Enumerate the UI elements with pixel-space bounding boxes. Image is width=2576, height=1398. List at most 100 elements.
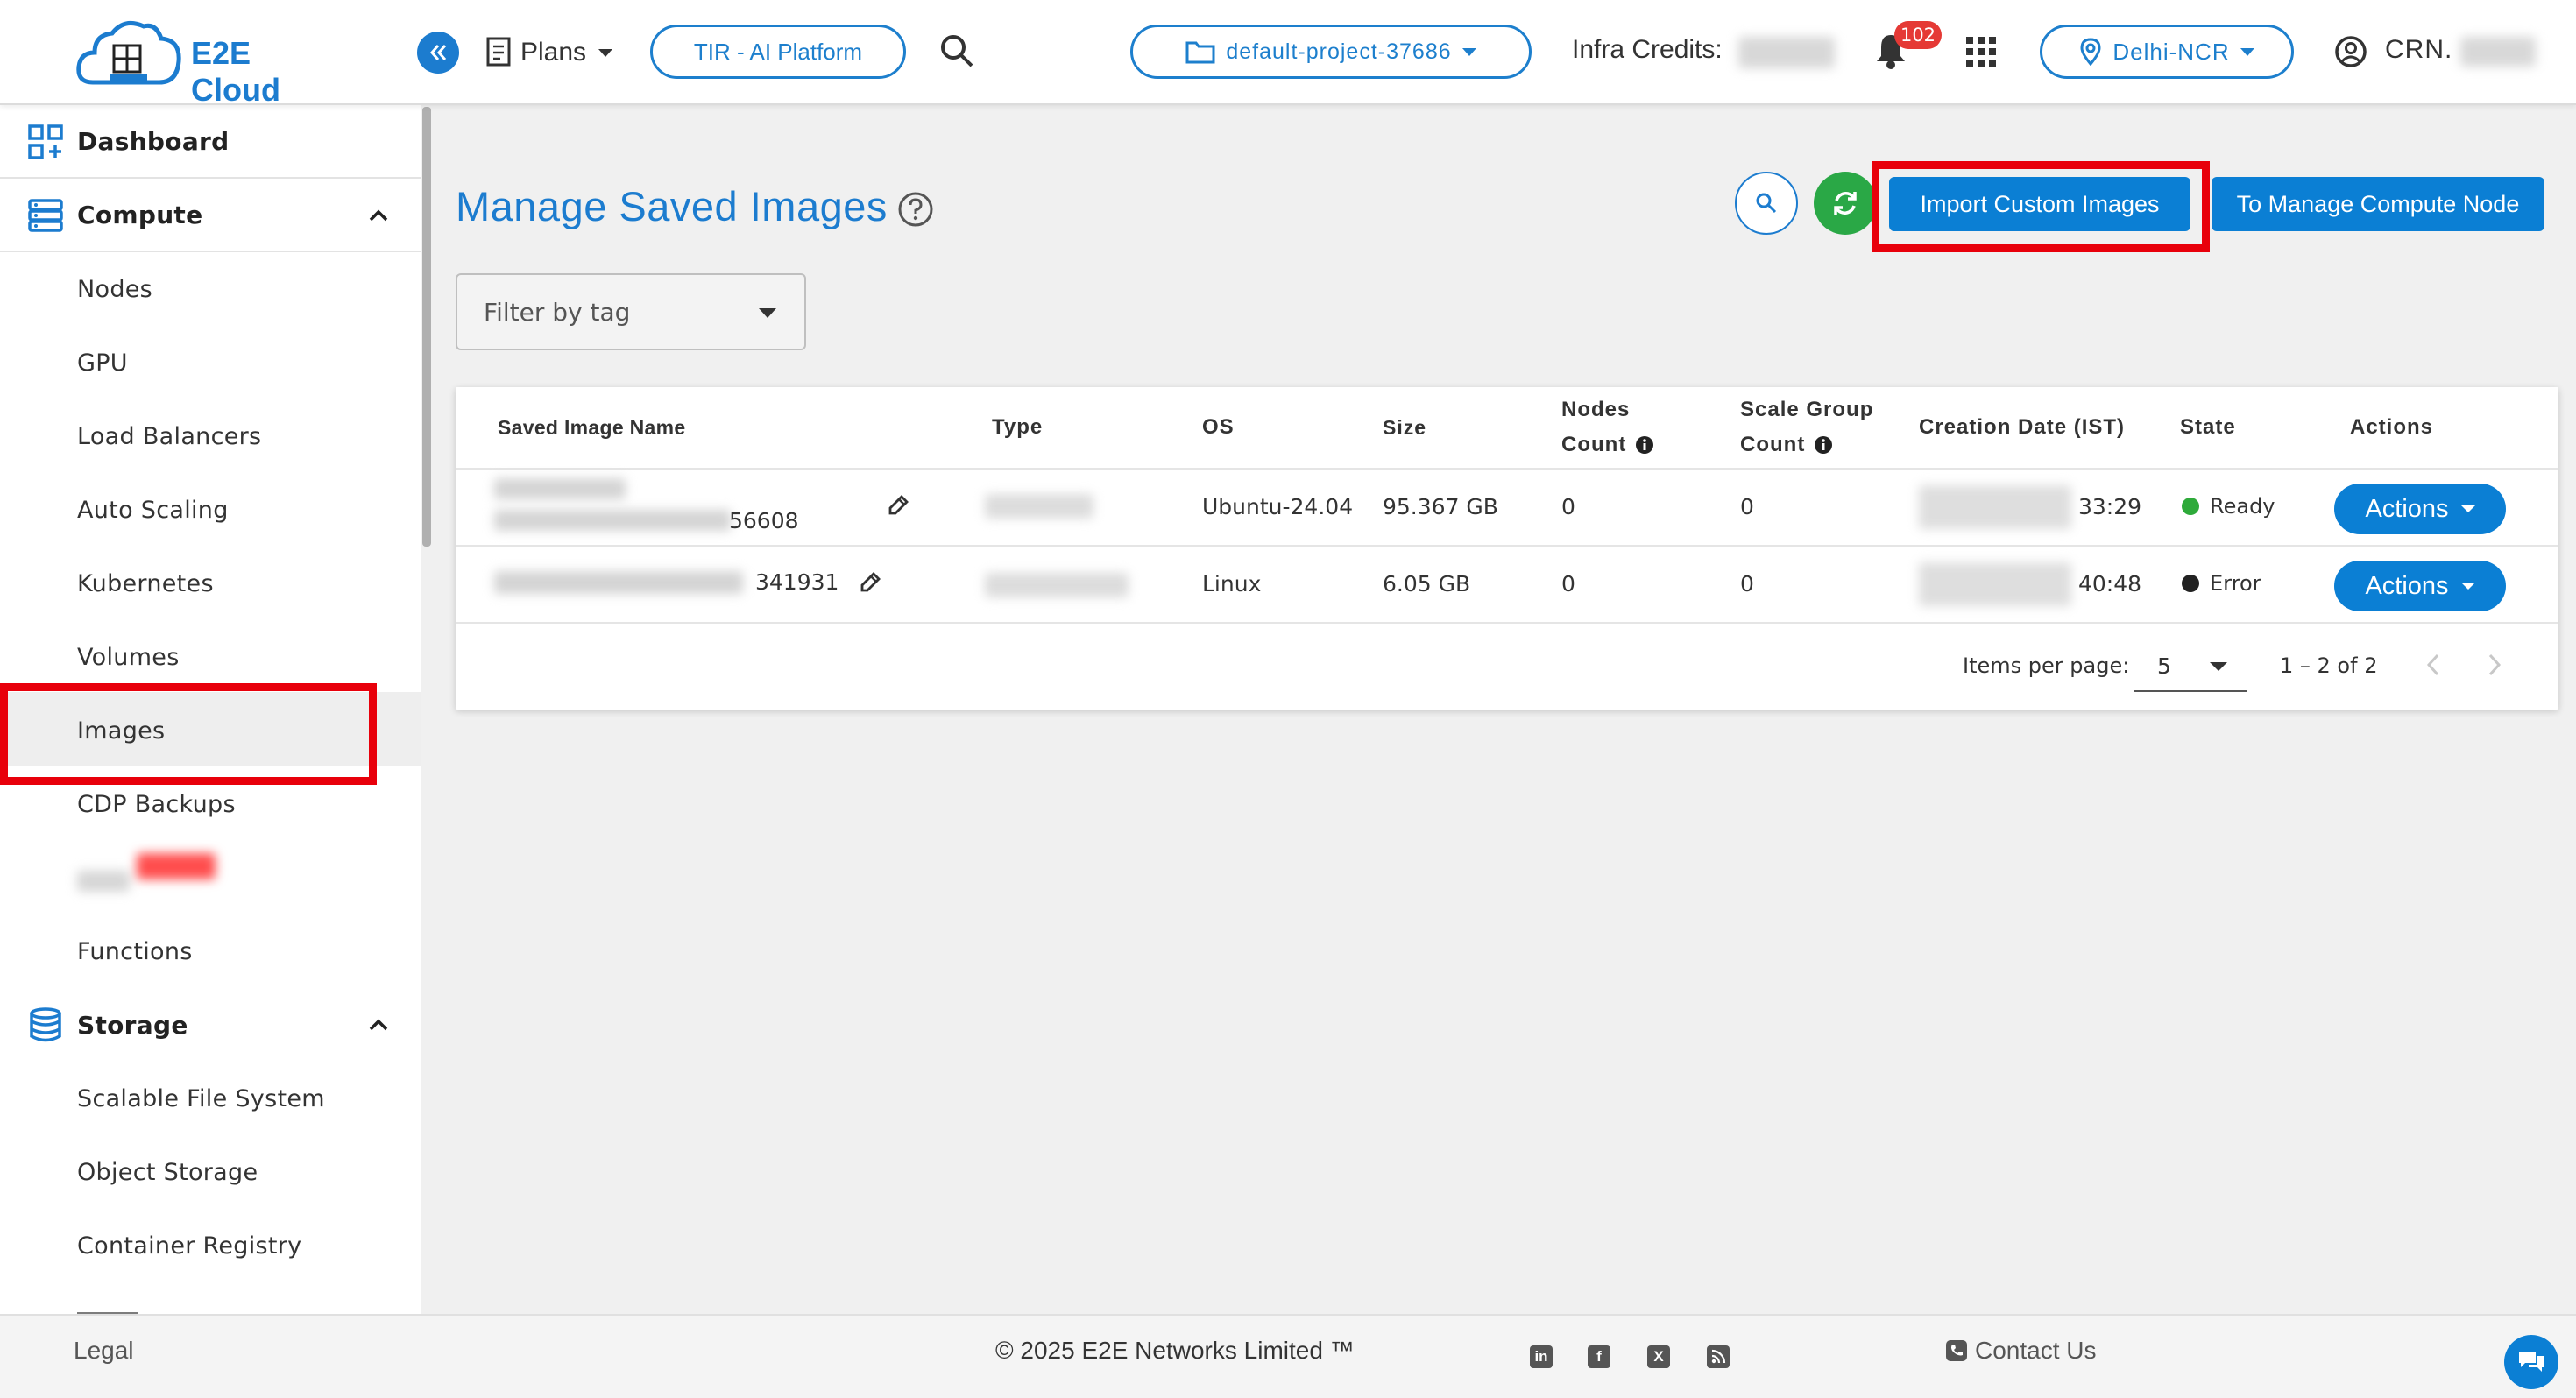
apps-grid-icon[interactable]	[1966, 37, 1996, 67]
sidebar-group-label: Storage	[77, 1010, 188, 1040]
search-icon[interactable]	[938, 32, 976, 70]
table-row: 56608 Ubuntu-24.04 95.367 GB 0 0 33:29 R…	[456, 470, 2558, 545]
contact-us-label: Contact Us	[1975, 1337, 2097, 1364]
copyright: © 2025 E2E Networks Limited ™	[995, 1337, 1355, 1364]
user-account-icon[interactable]	[2334, 35, 2367, 68]
region-selector[interactable]: Delhi-NCR	[2040, 25, 2294, 79]
chevron-up-icon[interactable]	[368, 205, 389, 226]
tir-platform-button[interactable]: TIR - AI Platform	[650, 25, 906, 79]
search-images-button[interactable]	[1735, 172, 1798, 235]
contact-us-link[interactable]: Contact Us	[1945, 1337, 2097, 1365]
chevron-down-icon	[2460, 582, 2475, 590]
phone-icon	[1946, 1340, 1967, 1361]
sidebar-item-auto-scaling[interactable]: Auto Scaling	[0, 473, 421, 547]
plans-label: Plans	[520, 38, 587, 67]
header-label: Type	[992, 415, 1044, 439]
sidebar-item-label: Object Storage	[77, 1158, 258, 1186]
header-label: State	[2180, 415, 2236, 439]
column-header-scale-group-count: Scale Group Count	[1740, 392, 1873, 462]
sidebar-item-redacted[interactable]	[0, 841, 421, 914]
refresh-button[interactable]	[1814, 172, 1877, 235]
edit-icon[interactable]	[857, 569, 883, 596]
chat-support-button[interactable]	[2504, 1335, 2558, 1389]
info-icon[interactable]	[1814, 435, 1833, 455]
state-label: Ready	[2210, 494, 2275, 519]
sidebar-item-scalable-file-system[interactable]: Scalable File System	[0, 1062, 421, 1135]
filter-by-tag-select[interactable]: Filter by tag	[456, 273, 806, 350]
collapse-sidebar-button[interactable]	[417, 32, 459, 74]
chevron-down-icon	[2460, 505, 2475, 512]
nodes-count-cell: 0	[1561, 571, 1575, 597]
column-header-os: OS	[1202, 410, 1235, 445]
sidebar-group-compute[interactable]: Compute	[0, 179, 421, 252]
server-icon	[28, 199, 63, 232]
sidebar-item-container-registry[interactable]: Container Registry	[0, 1209, 421, 1282]
dashboard-icon	[28, 124, 63, 159]
help-icon[interactable]	[897, 191, 934, 228]
column-header-creation-date: Creation Date (IST)	[1919, 410, 2125, 445]
image-name-redacted	[494, 571, 743, 594]
image-type-redacted	[985, 573, 1129, 597]
footer: Legal © 2025 E2E Networks Limited ™ in f…	[0, 1314, 2576, 1398]
legal-link[interactable]: Legal	[74, 1337, 134, 1365]
sidebar-item-label: Load Balancers	[77, 422, 262, 450]
sidebar-item-kubernetes[interactable]: Kubernetes	[0, 547, 421, 620]
info-icon[interactable]	[1635, 435, 1654, 455]
e2e-logo[interactable]: E2E Cloud	[75, 14, 338, 108]
chevron-down-icon	[759, 308, 776, 318]
search-icon	[1756, 193, 1777, 214]
column-header-size: Size	[1383, 410, 1426, 445]
sidebar-scrollbar[interactable]	[422, 107, 431, 547]
row-actions-button[interactable]: Actions	[2334, 561, 2506, 611]
sidebar-item-object-storage[interactable]: Object Storage	[0, 1135, 421, 1209]
page-size-select[interactable]: 5	[2134, 641, 2247, 692]
sidebar-item-label: Volumes	[77, 643, 180, 671]
sidebar-item-label: Dashboard	[77, 126, 230, 156]
header-label: Saved Image Name	[498, 416, 686, 439]
project-selector[interactable]: default-project-37686	[1130, 25, 1532, 79]
page-title: Manage Saved Images	[456, 182, 888, 230]
sidebar-item-clipped	[77, 1303, 138, 1314]
x-twitter-icon[interactable]: X	[1647, 1345, 1670, 1368]
notification-count: 102	[1900, 25, 1936, 46]
size-cell: 6.05 GB	[1383, 571, 1471, 597]
manage-compute-node-button[interactable]: To Manage Compute Node	[2212, 177, 2544, 231]
sidebar-item-label: Functions	[77, 937, 193, 965]
sidebar-item-load-balancers[interactable]: Load Balancers	[0, 399, 421, 473]
column-header-type: Type	[992, 410, 1043, 445]
row-actions-button[interactable]: Actions	[2334, 484, 2506, 534]
filter-placeholder: Filter by tag	[484, 298, 631, 327]
facebook-icon[interactable]: f	[1588, 1345, 1610, 1368]
chevron-down-icon	[2240, 47, 2254, 56]
header-label: Count	[1561, 433, 1627, 456]
scale-group-count-cell: 0	[1740, 494, 1754, 519]
state-cell: Ready	[2182, 494, 2275, 519]
sidebar-item-label: Auto Scaling	[77, 496, 229, 524]
rss-icon[interactable]	[1707, 1345, 1730, 1368]
region-name: Delhi-NCR	[2112, 38, 2230, 65]
previous-page-icon[interactable]	[2424, 652, 2445, 678]
database-icon	[30, 1007, 61, 1042]
page-range: 1 – 2 of 2	[2280, 653, 2378, 678]
chevron-down-icon	[2210, 662, 2227, 671]
sidebar-group-storage[interactable]: Storage	[0, 988, 421, 1062]
edit-icon[interactable]	[885, 492, 911, 519]
table-row: 341931 Linux 6.05 GB 0 0 40:48 Error Act…	[456, 547, 2558, 622]
sidebar-item-gpu[interactable]: GPU	[0, 326, 421, 399]
header-label: Actions	[2350, 415, 2434, 439]
plans-menu[interactable]: Plans	[485, 33, 613, 72]
images-highlight-box	[0, 683, 377, 785]
notification-badge: 102	[1894, 21, 1942, 49]
sidebar-item-functions[interactable]: Functions	[0, 914, 421, 988]
account-label[interactable]: CRN.	[2385, 35, 2452, 65]
sidebar-item-nodes[interactable]: Nodes	[0, 252, 421, 326]
next-page-icon[interactable]	[2483, 652, 2504, 678]
linkedin-icon[interactable]: in	[1530, 1345, 1553, 1368]
project-name: default-project-37686	[1226, 39, 1452, 64]
creation-time-suffix: 33:29	[2078, 494, 2142, 519]
brand-name: E2E Cloud	[191, 35, 280, 108]
infra-credits-value	[1738, 37, 1835, 68]
chevron-up-icon[interactable]	[368, 1014, 389, 1035]
sidebar-item-dashboard[interactable]: Dashboard	[0, 105, 421, 179]
column-header-actions: Actions	[2350, 410, 2433, 445]
